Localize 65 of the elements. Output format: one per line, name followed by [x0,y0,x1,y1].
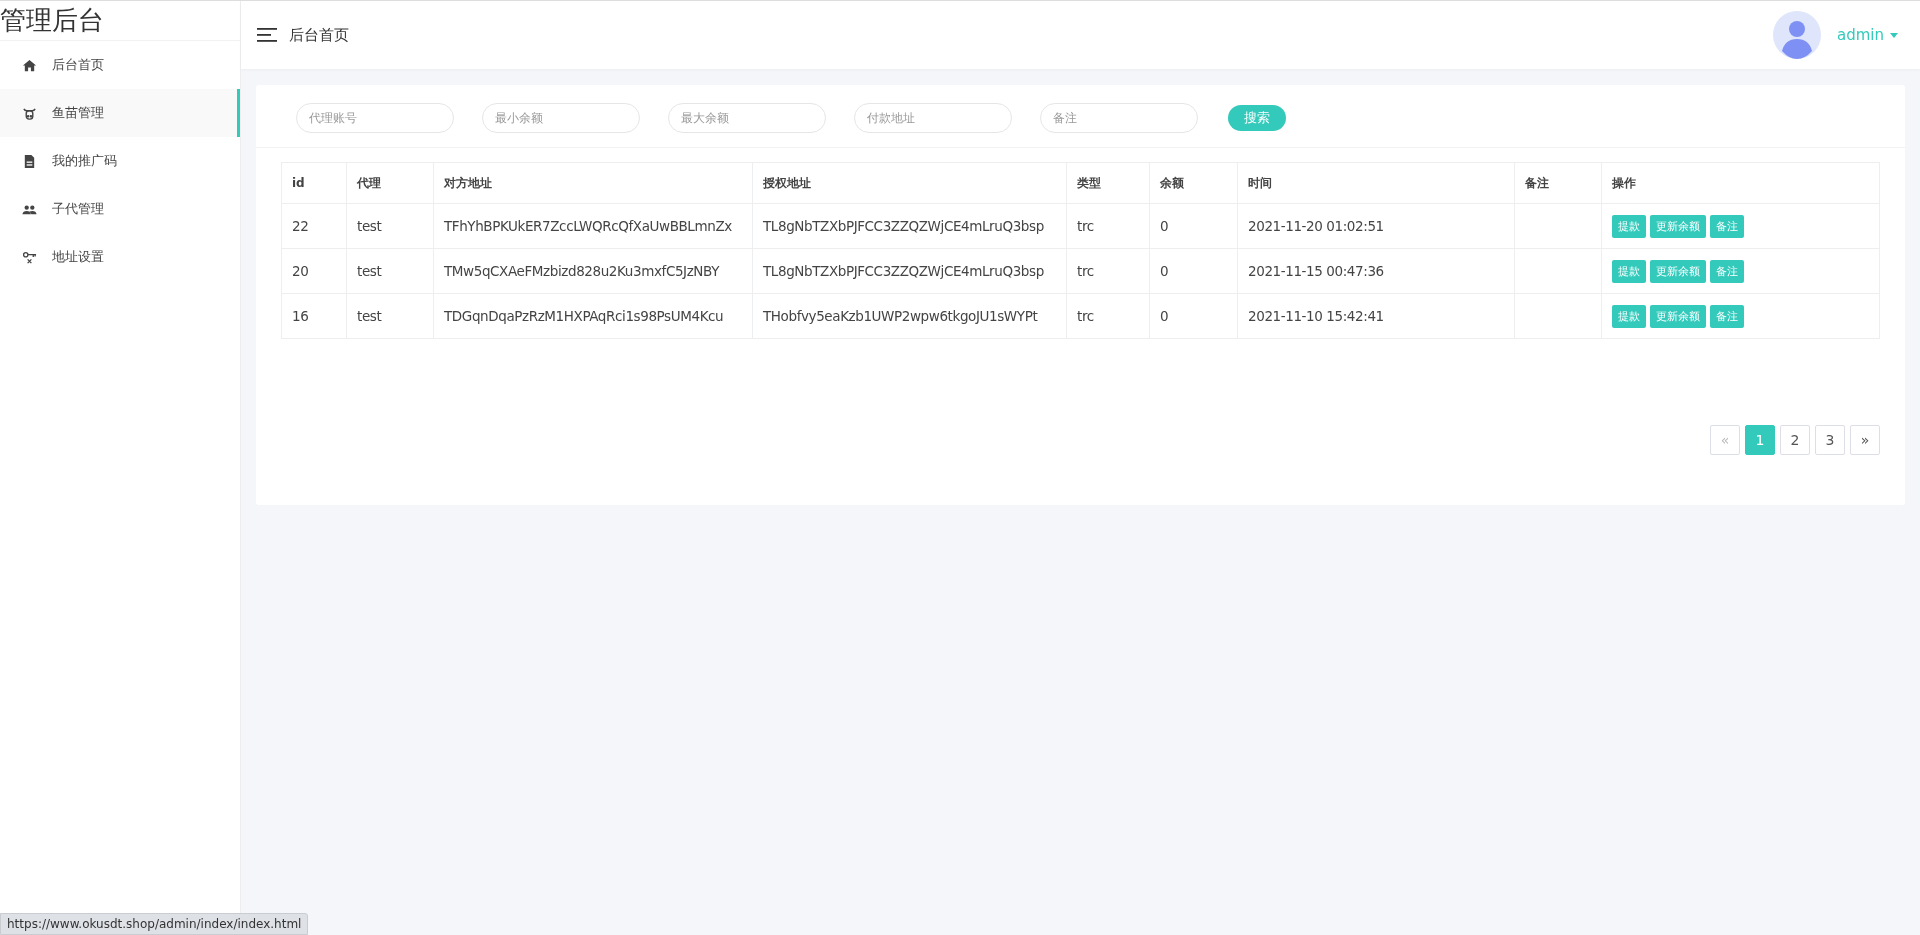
sidebar-item[interactable]: 我的推广码 [0,137,240,185]
sidebar-item[interactable]: 地址设置 [0,233,240,281]
page-title: 后台首页 [289,25,349,45]
key-icon [22,249,37,265]
table-cell: trc [1066,293,1150,339]
sidebar-item[interactable]: 子代管理 [0,185,240,233]
status-url: https://www.okusdt.shop/admin/index/index.html [0,913,309,935]
table-cell: test [346,293,434,339]
table-cell: 16 [281,293,347,339]
caret-icon [1890,32,1898,38]
action-button[interactable]: 备注 [1710,259,1744,283]
table-cell: 2021-11-10 15:42:41 [1237,293,1515,339]
table-cell: trc [1066,203,1150,249]
menu-icon[interactable] [257,28,277,42]
table-cell: TL8gNbTZXbPJFCC3ZZQZWjCE4mLruQ3bsp [752,203,1067,249]
action-button[interactable]: 更新余额 [1650,259,1706,283]
action-button[interactable]: 备注 [1710,214,1744,238]
table-cell: 0 [1149,293,1238,339]
page-button[interactable]: 3 [1815,425,1845,455]
column-header: 备注 [1514,162,1602,204]
column-header: 授权地址 [752,162,1067,204]
filter-field[interactable]: 最大余额 [668,103,826,133]
column-header: 余额 [1149,162,1238,204]
column-header: 时间 [1237,162,1515,204]
filter-field[interactable]: 付款地址 [854,103,1012,133]
avatar-icon[interactable] [1773,11,1821,59]
action-button[interactable]: 更新余额 [1650,214,1706,238]
table-cell: 22 [281,203,347,249]
action-button[interactable]: 提款 [1612,304,1646,328]
table-cell: 0 [1149,248,1238,294]
action-button[interactable]: 备注 [1710,304,1744,328]
cow-icon [22,105,37,121]
action-button[interactable]: 更新余额 [1650,304,1706,328]
table-cell: test [346,248,434,294]
filter-field[interactable]: 备注 [1040,103,1198,133]
table-cell: TMw5qCXAeFMzbizd828u2Ku3mxfC5JzNBY [433,248,753,294]
sidebar-item[interactable]: 鱼苗管理 [0,89,240,137]
user-menu[interactable]: admin [1837,26,1898,44]
table-cell: trc [1066,248,1150,294]
table-cell: 2021-11-15 00:47:36 [1237,248,1515,294]
action-button[interactable]: 提款 [1612,214,1646,238]
table-cell: THobfvy5eaKzb1UWP2wpw6tkgoJU1sWYPt [752,293,1067,339]
table-cell: TFhYhBPKUkER7ZccLWQRcQfXaUwBBLmnZx [433,203,753,249]
table-cell: 0 [1149,203,1238,249]
filter-field[interactable]: 代理账号 [296,103,454,133]
action-button[interactable]: 提款 [1612,259,1646,283]
home-icon [22,57,37,73]
app-title: 管理后台 [0,1,240,41]
file-icon [22,153,37,169]
filter-field[interactable]: 最小余额 [482,103,640,133]
sidebar-item[interactable]: 后台首页 [0,41,240,89]
page-button[interactable]: 2 [1780,425,1810,455]
table-cell: 20 [281,248,347,294]
table-cell: 2021-11-20 01:02:51 [1237,203,1515,249]
search-button[interactable]: 搜索 [1228,105,1286,131]
page-button[interactable]: 1 [1745,425,1775,455]
table-cell: TL8gNbTZXbPJFCC3ZZQZWjCE4mLruQ3bsp [752,248,1067,294]
column-header: 对方地址 [433,162,753,204]
column-header: 操作 [1601,162,1880,204]
column-header: id [281,162,347,204]
table-cell: TDGqnDqaPzRzM1HXPAqRci1s98PsUM4Kcu [433,293,753,339]
table-cell: test [346,203,434,249]
next-page-button[interactable]: » [1850,425,1880,455]
column-header: 类型 [1066,162,1150,204]
column-header: 代理 [346,162,434,204]
